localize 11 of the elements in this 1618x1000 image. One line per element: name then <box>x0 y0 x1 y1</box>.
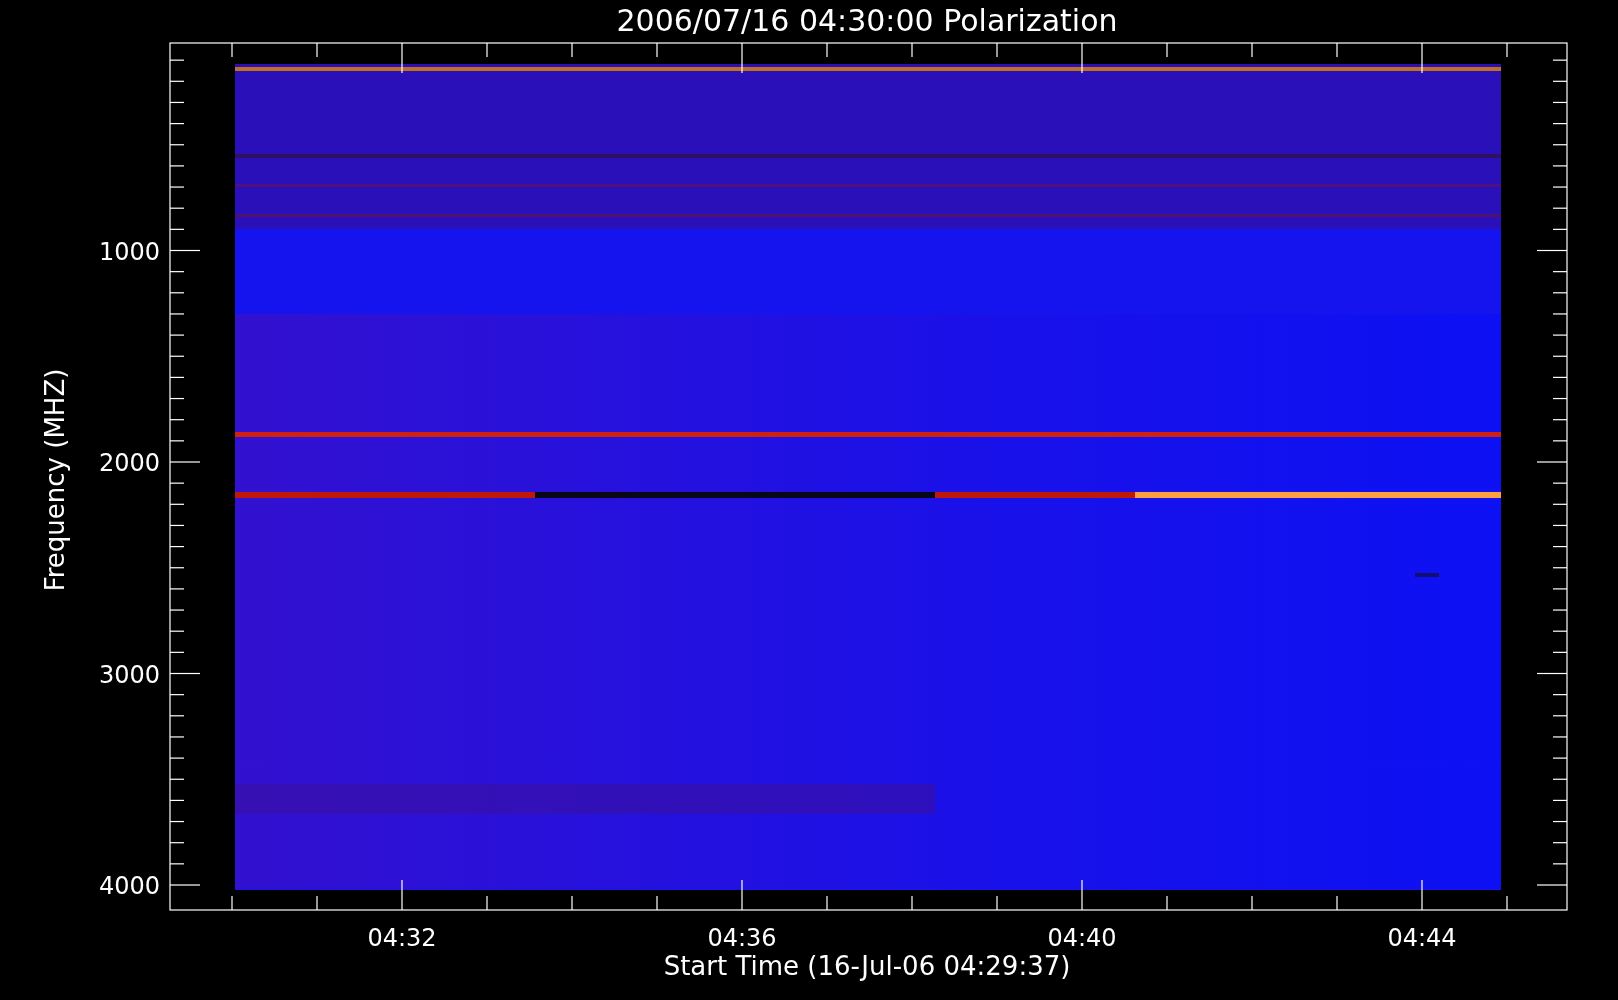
x-tick-label: 04:36 <box>707 924 777 952</box>
y-axis-title: Frequency (MHZ) <box>40 368 70 592</box>
x-axis-title: Start Time (16-Jul-06 04:29:37) <box>663 951 1071 981</box>
x-tick-label: 04:32 <box>367 924 437 952</box>
y-tick-label: 2000 <box>98 449 160 477</box>
x-tick-label: 04:44 <box>1387 924 1457 952</box>
plot-title: 2006/07/16 04:30:00 Polarization <box>616 3 1118 38</box>
x-tick-label: 04:40 <box>1047 924 1117 952</box>
y-tick-label: 3000 <box>98 660 160 689</box>
y-tick-label: 1000 <box>98 237 160 266</box>
y-tick-label: 4000 <box>98 872 160 900</box>
